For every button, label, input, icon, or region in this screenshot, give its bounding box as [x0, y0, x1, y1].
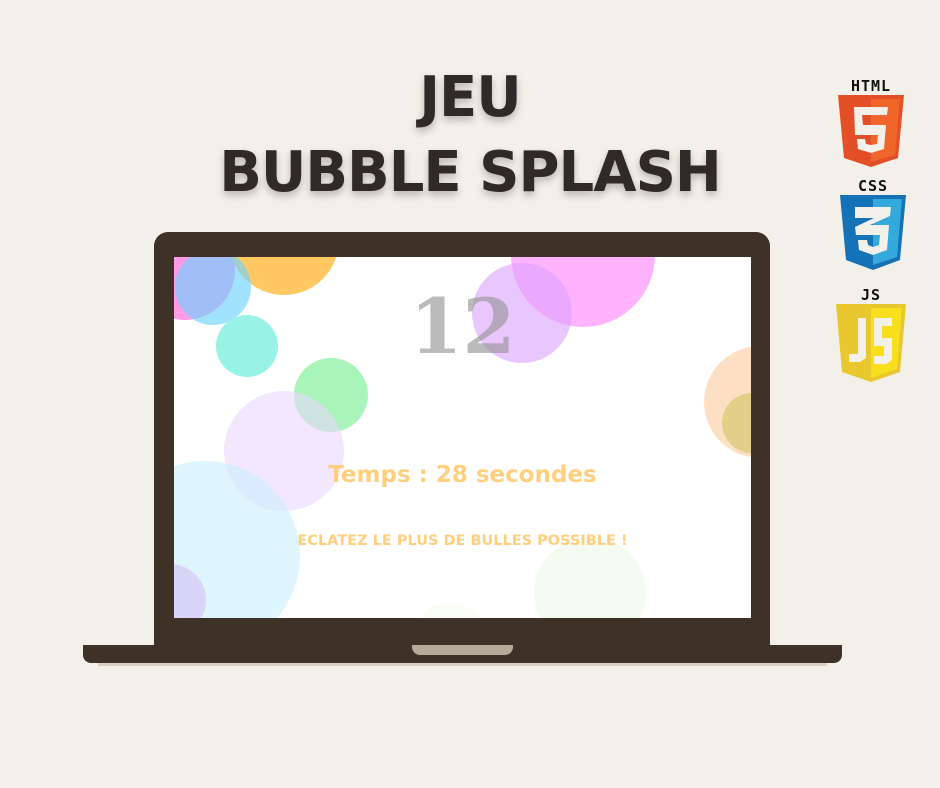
html-label: HTML [850, 77, 892, 95]
laptop-shadow [98, 663, 827, 666]
game-screen[interactable]: 12 Temps : 28 secondes ECLATEZ LE PLUS D… [174, 257, 751, 618]
css-label: CSS [857, 177, 889, 195]
css3-shield-icon [840, 195, 906, 270]
instruction-text: ECLATEZ LE PLUS DE BULLES POSSIBLE ! [297, 533, 628, 549]
js-logo: JS [835, 286, 907, 386]
css3-logo: CSS [837, 177, 909, 274]
js-shield-icon [836, 304, 906, 382]
title-line-1: JEU [419, 65, 522, 130]
laptop-notch [412, 645, 513, 655]
html5-shield-icon [838, 95, 904, 167]
html5-logo: HTML [835, 77, 907, 171]
js-label: JS [860, 286, 882, 304]
bubble-count: 12 [409, 282, 516, 371]
bubble[interactable] [410, 603, 490, 618]
bubble[interactable] [534, 537, 646, 618]
title-line-2: BUBBLE SPLASH [219, 140, 722, 205]
timer-text: Temps : 28 secondes [328, 462, 597, 488]
